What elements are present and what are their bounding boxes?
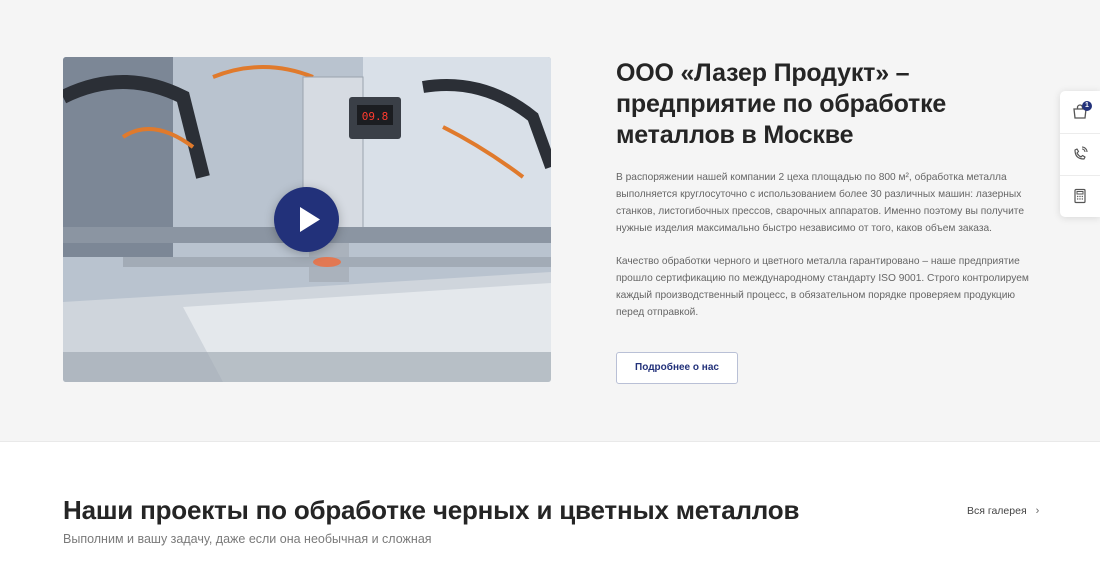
about-title-line: ООО «Лазер Продукт» –	[616, 59, 910, 87]
play-button[interactable]	[274, 187, 339, 252]
machine-display-readout: 09.8	[362, 110, 389, 123]
about-paragraph: В распоряжении нашей компании 2 цеха пло…	[616, 172, 1024, 234]
about-video[interactable]: 09.8	[63, 57, 551, 382]
about-title-line: предприятие по обработке	[616, 90, 947, 118]
callback-button[interactable]	[1060, 133, 1100, 175]
phone-callback-icon	[1074, 146, 1088, 160]
calculator-button[interactable]	[1060, 175, 1100, 217]
about-title: ООО «Лазер Продукт» – предприятие по обр…	[616, 58, 1046, 151]
all-gallery-link[interactable]: Вся галерея ›	[967, 505, 1039, 517]
about-text-block: ООО «Лазер Продукт» – предприятие по обр…	[616, 58, 1046, 384]
cart-count-badge: 1	[1082, 101, 1092, 111]
projects-title: Наши проекты по обработке черных и цветн…	[63, 495, 800, 525]
projects-subtitle: Выполним и вашу задачу, даже если она не…	[63, 532, 432, 546]
gallery-link-label: Вся галерея	[967, 505, 1027, 517]
side-quick-actions: 1	[1060, 91, 1100, 217]
about-paragraph: Качество обработки черного и цветного ме…	[616, 256, 1029, 318]
calculator-icon	[1074, 188, 1086, 204]
chevron-right-icon: ›	[1035, 505, 1040, 517]
cart-button[interactable]: 1	[1060, 91, 1100, 133]
play-icon	[300, 207, 320, 232]
about-section: 09.8 ООО «Лазер Продукт» – предприятие п…	[0, 0, 1100, 442]
more-about-button[interactable]: Подробнее о нас	[616, 352, 738, 384]
about-title-line: металлов в Москве	[616, 121, 854, 149]
